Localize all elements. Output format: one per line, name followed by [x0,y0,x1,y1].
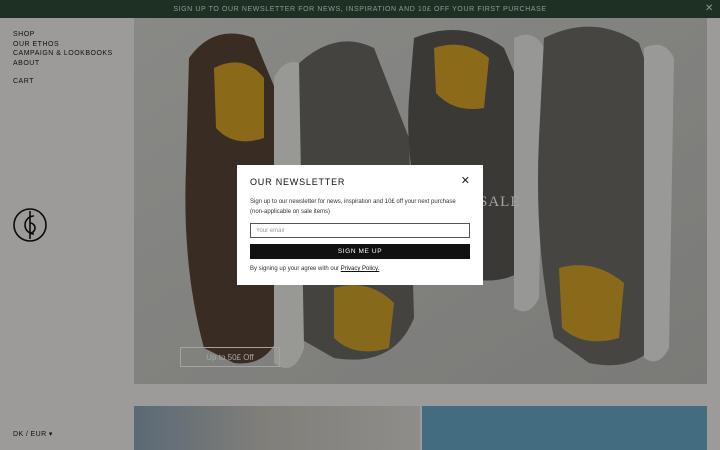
newsletter-modal: OUR NEWSLETTER ✕ Sign up to our newslett… [237,165,483,285]
terms-prefix: By signing up your agree with our [250,266,341,272]
close-icon[interactable]: ✕ [461,176,470,187]
modal-description: Sign up to our newsletter for news, insp… [250,199,456,215]
terms-text: By signing up your agree with our Privac… [250,266,470,272]
email-field[interactable] [250,223,470,238]
modal-title: OUR NEWSLETTER [250,177,346,187]
sign-me-up-button[interactable]: SIGN ME UP [250,244,470,259]
privacy-policy-link[interactable]: Privacy Policy. [341,266,380,272]
